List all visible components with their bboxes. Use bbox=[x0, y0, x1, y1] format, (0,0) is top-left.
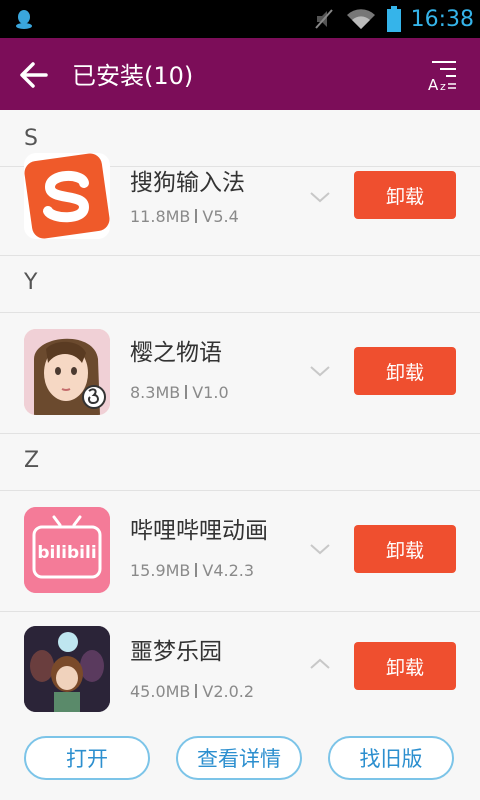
list-item-sogou[interactable]: 搜狗输入法 11.8MB V5.4 卸载 bbox=[0, 153, 480, 256]
clock: 16:38 bbox=[410, 6, 474, 32]
list-item-sakura[interactable]: 樱之物语 8.3MB V1.0 卸载 bbox=[0, 313, 480, 434]
nightmare-park-app-icon bbox=[24, 626, 110, 712]
qq-icon bbox=[16, 10, 32, 29]
app-size: 15.9MB bbox=[130, 561, 191, 580]
uninstall-button[interactable]: 卸载 bbox=[354, 525, 456, 573]
uninstall-button[interactable]: 卸载 bbox=[354, 347, 456, 395]
app-version: V1.0 bbox=[192, 383, 229, 402]
section-letter: Y bbox=[24, 270, 38, 295]
bilibili-app-icon: bilibili bbox=[24, 507, 110, 593]
app-version: V2.0.2 bbox=[202, 682, 255, 701]
divider bbox=[185, 385, 188, 399]
section-header-z: Z bbox=[0, 434, 480, 491]
app-name: 樱之物语 bbox=[130, 340, 222, 366]
uninstall-button[interactable]: 卸载 bbox=[354, 642, 456, 690]
divider bbox=[195, 684, 198, 698]
chevron-up-icon[interactable] bbox=[308, 656, 332, 672]
divider bbox=[195, 209, 198, 223]
open-button[interactable]: 打开 bbox=[24, 736, 150, 780]
app-name: 哔哩哔哩动画 bbox=[130, 518, 268, 544]
installed-app-list[interactable]: S 搜狗输入法 11.8MB V5.4 卸载 Y 樱之物语 8.3MB V1.0… bbox=[0, 110, 480, 800]
app-meta: 8.3MB V1.0 bbox=[130, 383, 229, 402]
sakura-app-icon bbox=[24, 329, 110, 415]
list-item-bilibili[interactable]: bilibili 哔哩哔哩动画 15.9MB V4.2.3 卸载 bbox=[0, 491, 480, 612]
sort-az-icon[interactable]: A z bbox=[426, 58, 458, 92]
battery-icon bbox=[386, 6, 401, 32]
wifi-icon bbox=[346, 9, 375, 29]
app-version: V5.4 bbox=[202, 207, 239, 226]
list-item-nightmare-park[interactable]: 噩梦乐园 45.0MB V2.0.2 卸载 bbox=[0, 612, 480, 714]
back-arrow-icon[interactable] bbox=[18, 60, 50, 90]
app-bar: 已安装(10) A z bbox=[0, 38, 480, 110]
app-version: V4.2.3 bbox=[202, 561, 255, 580]
svg-text:A: A bbox=[428, 76, 439, 92]
section-letter: S bbox=[24, 126, 38, 151]
section-header-y: Y bbox=[0, 256, 480, 313]
app-meta: 11.8MB V5.4 bbox=[130, 207, 239, 226]
divider bbox=[195, 563, 198, 577]
app-size: 8.3MB bbox=[130, 383, 181, 402]
bilibili-logo-text: bilibili bbox=[37, 543, 96, 563]
sogou-app-icon bbox=[24, 153, 110, 239]
section-letter: Z bbox=[24, 448, 40, 473]
app-meta: 15.9MB V4.2.3 bbox=[130, 561, 254, 580]
page-title: 已安装(10) bbox=[72, 62, 194, 90]
status-bar: 16:38 bbox=[0, 0, 480, 38]
chevron-down-icon[interactable] bbox=[308, 189, 332, 205]
find-old-version-button[interactable]: 找旧版 bbox=[328, 736, 454, 780]
app-name: 搜狗输入法 bbox=[130, 170, 245, 196]
uninstall-button[interactable]: 卸载 bbox=[354, 171, 456, 219]
expanded-actions-bar: 打开 查看详情 找旧版 bbox=[0, 714, 480, 800]
chevron-down-icon[interactable] bbox=[308, 541, 332, 557]
mute-icon bbox=[314, 9, 333, 29]
app-name: 噩梦乐园 bbox=[130, 639, 222, 665]
app-meta: 45.0MB V2.0.2 bbox=[130, 682, 254, 701]
svg-text:z: z bbox=[440, 80, 446, 92]
app-size: 11.8MB bbox=[130, 207, 191, 226]
app-size: 45.0MB bbox=[130, 682, 191, 701]
view-details-button[interactable]: 查看详情 bbox=[176, 736, 302, 780]
chevron-down-icon[interactable] bbox=[308, 363, 332, 379]
